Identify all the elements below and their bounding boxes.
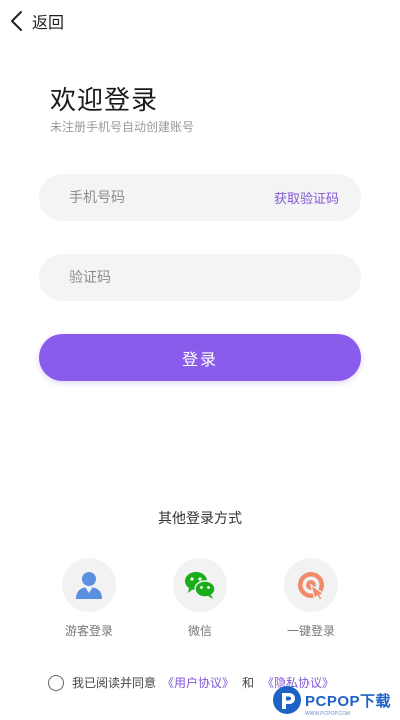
code-field: [39, 253, 361, 302]
phone-field: 获取验证码: [39, 173, 361, 222]
code-input[interactable]: [67, 253, 339, 302]
one-key-login-icon: [298, 572, 326, 601]
agreement-and: 和: [242, 676, 255, 690]
back-button[interactable]: 返回: [8, 0, 64, 42]
wechat-login-button[interactable]: [173, 558, 227, 612]
agreement-prefix: 我已阅读并同意: [72, 676, 157, 690]
one-key-login-button[interactable]: [284, 558, 338, 612]
wechat-login-option[interactable]: 微信: [160, 558, 240, 639]
agree-checkbox[interactable]: [48, 674, 64, 691]
watermark-subtext: WWW.PCPOP.COM: [305, 711, 351, 717]
guest-login-button[interactable]: [62, 558, 116, 612]
wechat-icon: [185, 572, 216, 599]
chevron-left-icon: [11, 11, 22, 31]
user-agreement-link[interactable]: 《用户协议》: [162, 674, 234, 691]
watermark-text: PCPOP下载: [305, 692, 392, 710]
get-code-button[interactable]: 获取验证码: [274, 188, 339, 207]
phone-input[interactable]: [67, 173, 274, 222]
page-subtitle: 未注册手机号自动创建账号: [50, 120, 195, 134]
back-label: 返回: [32, 13, 65, 32]
top-nav: 返回: [0, 0, 400, 42]
guest-user-icon: [76, 572, 102, 599]
page-title: 欢迎登录: [50, 86, 159, 116]
login-button[interactable]: 登录: [39, 334, 361, 381]
wechat-login-label: 微信: [187, 624, 212, 638]
one-key-login-option[interactable]: 一键登录: [271, 558, 351, 639]
pcpop-watermark: PCPOP下载 WWW.PCPOP.COM: [272, 680, 400, 720]
pcpop-logo-icon: [273, 686, 301, 714]
other-login-title: 其他登录方式: [158, 511, 242, 527]
login-page: 返回 欢迎登录 未注册手机号自动创建账号 获取验证码 登录 其他登录方式 游客登…: [0, 0, 400, 720]
guest-login-option[interactable]: 游客登录: [49, 558, 129, 639]
one-key-login-label: 一键登录: [286, 624, 335, 638]
guest-login-label: 游客登录: [64, 624, 113, 638]
